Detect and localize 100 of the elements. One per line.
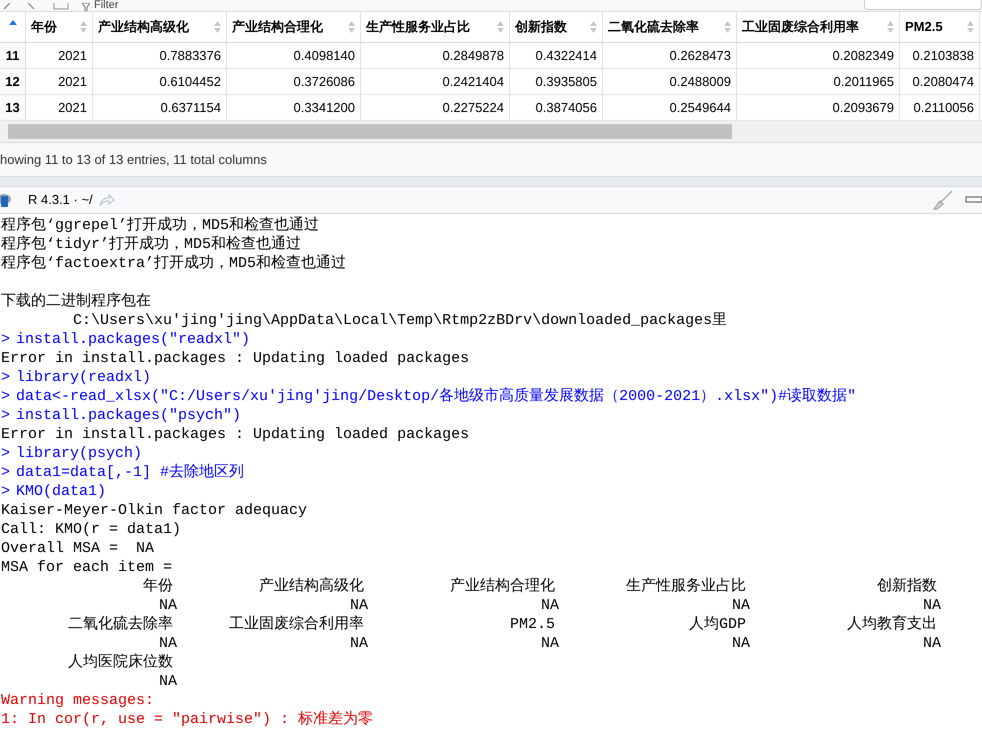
row-number: 12	[0, 69, 26, 94]
prompt: >	[1, 330, 10, 349]
console-output: 下载的二进制程序包在	[1, 292, 151, 311]
prompt: >	[1, 368, 10, 387]
table-status: howing 11 to 13 of 13 entries, 11 total columns	[0, 150, 267, 169]
sort-icon	[80, 21, 87, 33]
msa-value: NA	[348, 634, 368, 653]
sort-icon	[967, 21, 974, 33]
scrollbar-thumb[interactable]	[8, 124, 732, 139]
console-output: 程序包‘tidyr’打开成功，MD5和检查也通过	[1, 235, 302, 254]
table-cell: 2021	[26, 43, 93, 68]
table-cell: 0.2421404	[361, 69, 510, 94]
warning-text: 1: In cor(r, use = "pairwise") : 标准差为零	[1, 710, 374, 729]
msa-value: NA	[348, 596, 368, 615]
sort-icon	[214, 21, 221, 33]
msa-value: NA	[540, 596, 559, 615]
table-cell: 0.7883376	[93, 43, 227, 68]
msa-value: NA	[158, 672, 177, 691]
console-command: install.packages("psych")	[16, 406, 242, 425]
table-cell: 0.2488009	[603, 69, 737, 94]
filter-icon	[82, 3, 90, 11]
prompt: >	[1, 444, 10, 463]
msa-value: NA	[730, 596, 750, 615]
column-header[interactable]: 工业固废综合利用率	[737, 12, 900, 42]
row-number: 11	[0, 43, 26, 68]
table-cell: 0.2103838	[900, 43, 980, 68]
warning-text: Warning messages:	[1, 691, 154, 710]
table-cell: 0.2628473	[603, 43, 737, 68]
item-name: 产业结构高级化	[258, 577, 365, 596]
console-command: library(psych)	[16, 444, 142, 463]
table-cell: 0.6371154	[93, 95, 227, 120]
table-cell: 0.2080474	[900, 69, 980, 94]
table-cell: 0.3935805	[510, 69, 603, 94]
table-cell: 0.2849878	[361, 43, 510, 68]
console-output: 程序包‘ggrepel’打开成功，MD5和检查也通过	[1, 216, 320, 235]
column-header[interactable]: 生产性服务业占比	[361, 12, 510, 42]
console-output: C:\Users\xu'jing'jing\AppData\Local\Temp\Rtmp2zBDrv\downloaded_packages里	[72, 311, 728, 330]
table-cell: 2021	[26, 95, 93, 120]
sort-icon	[724, 21, 731, 33]
console-command: data<-read_xlsx("C:/Users/xu'jing'jing/Desktop/各地级市高质量发展数据（2000-2021）.xlsx")#读取数据"	[16, 387, 856, 406]
sort-icon	[497, 21, 504, 33]
prompt: >	[1, 406, 10, 425]
sort-icon	[348, 21, 355, 33]
console-command: library(readxl)	[16, 368, 152, 387]
table-cell: 0.6104452	[93, 69, 227, 94]
console-output: 程序包‘factoextra’打开成功，MD5和检查也通过	[1, 254, 346, 273]
console-command: KMO(data1)	[16, 482, 106, 501]
sort-ascending-icon	[8, 20, 16, 25]
item-name: 产业结构合理化	[449, 577, 556, 596]
table-cell: 0.2093679	[737, 95, 900, 120]
item-name: 人均教育支出	[846, 615, 938, 634]
console-output: Kaiser-Meyer-Olkin factor adequacy	[1, 501, 308, 520]
table-cell: 0.2549644	[603, 95, 737, 120]
item-name: 人均GDP	[688, 615, 747, 634]
item-name: 人均医院床位数	[67, 653, 174, 672]
item-name: PM2.5	[508, 615, 556, 634]
table-cell: 0.2082349	[737, 43, 900, 68]
column-header[interactable]: 创新指数	[510, 12, 603, 42]
share-icon[interactable]	[98, 194, 115, 206]
horizontal-scrollbar[interactable]	[0, 121, 982, 143]
table-cell: 0.3726086	[227, 69, 361, 94]
console-output: Error in install.packages : Updating loaded packages	[1, 349, 470, 368]
prompt: >	[1, 482, 10, 501]
console-output: MSA for each item =	[1, 558, 174, 577]
item-name: 工业固废综合利用率	[228, 615, 365, 634]
row-number: 13	[0, 95, 26, 120]
column-header[interactable]: 产业结构高级化	[93, 12, 227, 42]
table-cell: 0.2110056	[900, 95, 980, 120]
table-cell: 0.2011965	[737, 69, 900, 94]
column-header[interactable]: 产业结构合理化	[227, 12, 361, 42]
msa-value: NA	[158, 596, 177, 615]
item-name: 生产性服务业占比	[625, 577, 747, 596]
console-output: Call: KMO(r = data1)	[1, 520, 182, 539]
table-cell: 0.4098140	[227, 43, 361, 68]
column-header[interactable]: 年份	[26, 12, 93, 42]
table-cell: 2021	[26, 69, 93, 94]
msa-value: NA	[730, 634, 750, 653]
item-name: 创新指数	[876, 577, 938, 596]
r-logo-icon	[0, 193, 11, 207]
msa-value: NA	[922, 634, 941, 653]
table-cell: 0.3874056	[510, 95, 603, 120]
msa-value: NA	[922, 596, 941, 615]
column-header[interactable]: PM2.5	[900, 12, 980, 42]
item-name: 年份	[142, 577, 174, 596]
table-cell: 0.2275224	[361, 95, 510, 120]
broom-icon[interactable]	[930, 190, 954, 210]
console-output: Overall MSA = NA	[1, 539, 154, 558]
filter-button[interactable]: Filter	[94, 0, 118, 11]
console-command: install.packages("readxl")	[16, 330, 250, 349]
console-title: R 4.3.1 · ~/	[28, 191, 93, 210]
table-cell: 0.4322414	[510, 43, 603, 68]
console-command: data1=data[,-1] #去除地区列	[16, 463, 244, 482]
column-header[interactable]: 二氧化硫去除率	[603, 12, 737, 42]
prompt: >	[1, 387, 10, 406]
item-name: 二氧化硫去除率	[67, 615, 174, 634]
minimize-icon[interactable]	[964, 196, 982, 204]
prompt: >	[1, 463, 10, 482]
msa-value: NA	[540, 634, 559, 653]
console-output: Error in install.packages : Updating loaded packages	[1, 425, 470, 444]
sort-icon	[887, 21, 894, 33]
